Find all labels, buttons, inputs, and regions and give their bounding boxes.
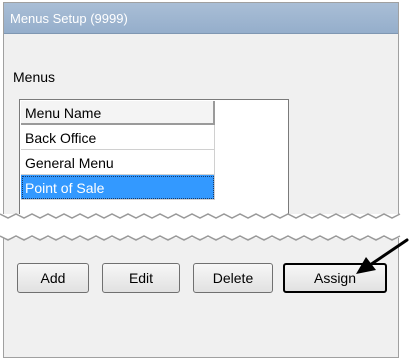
callout-arrow-icon [356, 238, 409, 274]
